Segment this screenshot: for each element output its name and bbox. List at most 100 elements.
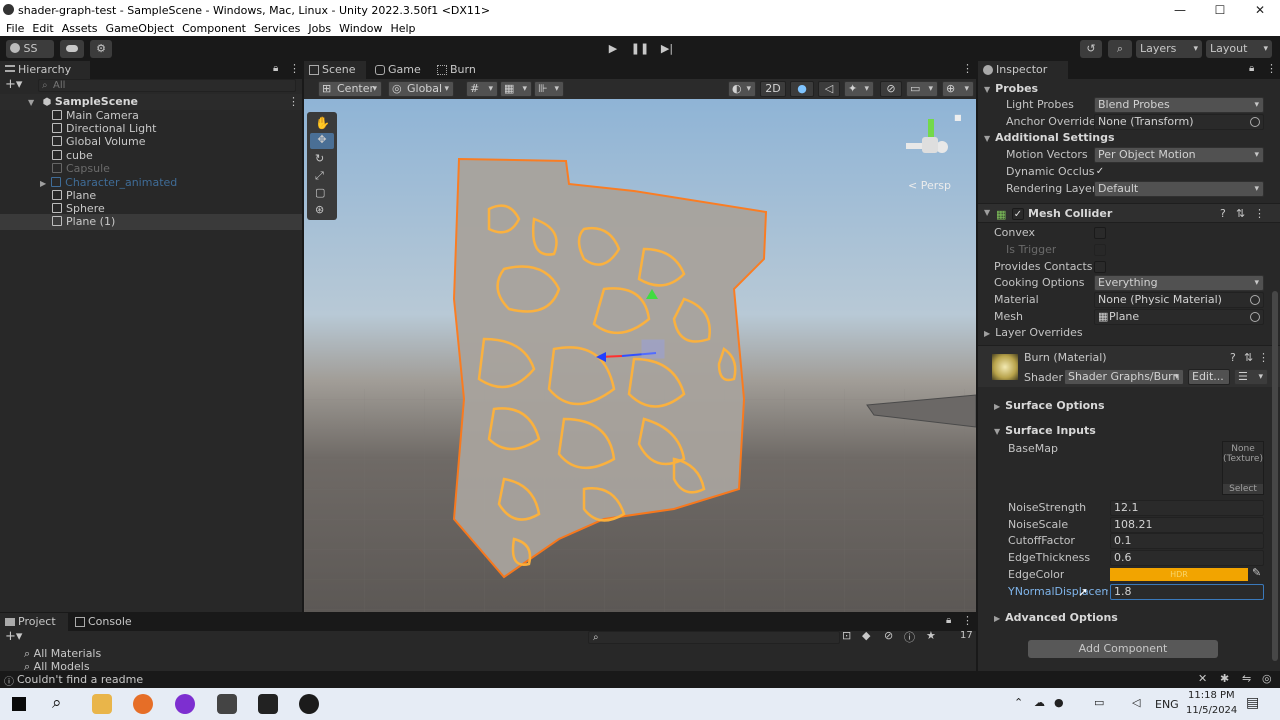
pivot-dropdown[interactable]: ⊞ Center xyxy=(318,81,382,97)
clock-time[interactable]: 11:18 PM xyxy=(1188,690,1235,701)
lock-icon[interactable]: 🔒︎ xyxy=(946,615,951,626)
y-normal-displacement-field[interactable]: 1.8 xyxy=(1110,584,1264,600)
effects-dropdown[interactable]: ✦ xyxy=(844,81,874,97)
noise-strength-field[interactable]: 12.1 xyxy=(1110,500,1264,516)
toggle-2d-button[interactable]: 2D xyxy=(760,81,786,97)
rect-tool-icon[interactable]: ▢ xyxy=(315,186,325,199)
rotate-tool-icon[interactable]: ↻ xyxy=(315,152,324,165)
tab-inspector[interactable]: Inspector xyxy=(978,61,1068,79)
mesh-collider-enabled-checkbox[interactable]: ✓ xyxy=(1012,208,1024,220)
favorite-all-models[interactable]: ⌕ All Models xyxy=(24,659,90,671)
noise-scale-field[interactable]: 108.21 xyxy=(1110,517,1264,533)
search-icon[interactable]: ⌕ xyxy=(52,693,62,713)
menu-gameobject[interactable]: GameObject xyxy=(106,22,175,35)
pause-button[interactable]: ❚❚ xyxy=(629,40,651,58)
preset-icon[interactable]: ⇅ xyxy=(1236,207,1245,220)
provides-contacts-checkbox[interactable] xyxy=(1094,261,1106,273)
lock-icon[interactable]: 🔒︎ xyxy=(1249,63,1254,74)
cutoff-factor-field[interactable]: 0.1 xyxy=(1110,533,1264,549)
shader-dropdown[interactable]: Shader Graphs/Burn xyxy=(1064,369,1184,385)
mesh-collider-header[interactable]: ▼ ▦ ✓ Mesh Collider ? ⇅ ⋮ xyxy=(978,203,1280,223)
cooking-options-dropdown[interactable]: Everything xyxy=(1094,275,1264,291)
light-probes-dropdown[interactable]: Blend Probes xyxy=(1094,97,1264,113)
basemap-texture-slot[interactable]: None (Texture) Select xyxy=(1222,441,1264,495)
hand-tool-icon[interactable]: ✋ xyxy=(315,116,330,130)
edge-thickness-field[interactable]: 0.6 xyxy=(1110,550,1264,566)
kebab-menu-icon[interactable]: ⋮ xyxy=(962,614,973,627)
layout-dropdown[interactable]: Layout ▾ xyxy=(1206,40,1272,58)
object-picker-icon[interactable] xyxy=(1250,295,1260,305)
inspector-scrollbar[interactable] xyxy=(1272,291,1278,661)
network-icon[interactable]: ⇋ xyxy=(1242,672,1251,685)
eyedropper-icon[interactable]: ✎ xyxy=(1252,566,1261,579)
surface-options-foldout[interactable]: ▶ Surface Options xyxy=(994,397,1105,415)
step-button[interactable]: ▶| xyxy=(656,40,678,58)
hierarchy-item-plane-1[interactable]: Plane (1) xyxy=(0,214,302,230)
filter-label-icon[interactable]: ◆ xyxy=(862,629,870,642)
tab-burn[interactable]: Burn xyxy=(432,61,482,79)
camera-dropdown[interactable]: ▭ xyxy=(906,81,938,97)
scale-tool-icon[interactable]: ⤢ xyxy=(315,169,324,183)
menu-help[interactable]: Help xyxy=(390,22,415,35)
history-button[interactable]: ↺ xyxy=(1080,40,1102,58)
edge-color-swatch[interactable]: HDR xyxy=(1110,568,1248,581)
volume-icon[interactable]: ◁ xyxy=(1132,696,1140,709)
kebab-menu-icon[interactable]: ⋮ xyxy=(289,62,300,75)
grid-visibility-dropdown[interactable]: ▦ xyxy=(500,81,532,97)
tab-scene[interactable]: Scene xyxy=(304,61,366,79)
filter-type-icon[interactable]: ⊡ xyxy=(842,629,851,642)
motion-vectors-dropdown[interactable]: Per Object Motion xyxy=(1094,147,1264,163)
bug-icon[interactable]: ✱ xyxy=(1220,672,1229,685)
lock-icon[interactable]: ■ xyxy=(954,113,962,122)
tab-console[interactable]: Console xyxy=(70,613,140,631)
collab-button[interactable]: ⚙ xyxy=(90,40,112,58)
clock-date[interactable]: 11/5/2024 xyxy=(1186,705,1237,716)
preset-icon[interactable]: ⇅ xyxy=(1244,351,1253,364)
convex-checkbox[interactable] xyxy=(1094,227,1106,239)
orientation-gizmo[interactable]: ■ xyxy=(894,109,962,169)
gizmos-dropdown[interactable]: ⊕ xyxy=(942,81,974,97)
filter-log-icon[interactable]: ⊘ xyxy=(884,629,893,642)
notifications-icon[interactable]: ▤ xyxy=(1246,695,1259,711)
rendering-layer-dropdown[interactable]: Default xyxy=(1094,181,1264,197)
mic-icon[interactable]: ● xyxy=(1054,696,1064,709)
add-object-button[interactable]: +▾ xyxy=(5,77,22,92)
tray-chevron-icon[interactable]: ⌃ xyxy=(1014,696,1023,709)
app-purple-icon[interactable] xyxy=(175,694,195,714)
object-picker-icon[interactable] xyxy=(1250,117,1260,127)
kebab-menu-icon[interactable]: ⋮ xyxy=(962,62,973,75)
kebab-menu-icon[interactable]: ⋮ xyxy=(1254,207,1265,220)
menu-services[interactable]: Services xyxy=(254,22,300,35)
menu-component[interactable]: Component xyxy=(182,22,246,35)
layer-overrides-foldout[interactable]: ▶ Layer Overrides xyxy=(984,325,1083,341)
scene-root[interactable]: ▼ ⬢ SampleScene ⋮ xyxy=(0,94,302,110)
info-icon[interactable]: ⓘ xyxy=(904,629,915,645)
menu-window[interactable]: Window xyxy=(339,22,382,35)
probes-foldout[interactable]: ▼ Probes xyxy=(984,80,1038,98)
menu-jobs[interactable]: Jobs xyxy=(308,22,331,35)
material-options-dropdown[interactable]: ☰ xyxy=(1234,369,1268,385)
hidden-objects-toggle[interactable]: ⊘ xyxy=(880,81,902,97)
surface-inputs-foldout[interactable]: ▼ Surface Inputs xyxy=(994,422,1096,440)
kebab-menu-icon[interactable]: ⋮ xyxy=(1258,351,1269,364)
help-icon[interactable]: ? xyxy=(1220,207,1226,220)
obs-icon[interactable] xyxy=(299,694,319,714)
projection-label[interactable]: < Persp xyxy=(908,179,951,192)
menu-edit[interactable]: Edit xyxy=(32,22,53,35)
help-icon[interactable]: ? xyxy=(1230,351,1236,364)
unity-hub-icon[interactable] xyxy=(217,694,237,714)
kebab-menu-icon[interactable]: ⋮ xyxy=(288,94,299,110)
tab-game[interactable]: Game xyxy=(370,61,426,79)
account-button[interactable]: SS xyxy=(6,40,54,58)
audio-toggle[interactable]: ◁ xyxy=(818,81,840,97)
kebab-menu-icon[interactable]: ⋮ xyxy=(1266,62,1277,75)
advanced-options-foldout[interactable]: ▶ Advanced Options xyxy=(994,609,1118,627)
increment-snap-dropdown[interactable]: ⊪ xyxy=(534,81,564,97)
project-search-input[interactable]: ⌕ xyxy=(588,631,840,644)
draw-mode-dropdown[interactable]: ◐ xyxy=(728,81,756,97)
windows-start-icon[interactable] xyxy=(12,697,26,711)
dynamic-occlusion-checkbox[interactable]: ✓ xyxy=(1094,166,1106,178)
cloud-button[interactable] xyxy=(60,40,84,58)
lighting-toggle[interactable]: ● xyxy=(790,81,814,97)
menu-assets[interactable]: Assets xyxy=(62,22,98,35)
